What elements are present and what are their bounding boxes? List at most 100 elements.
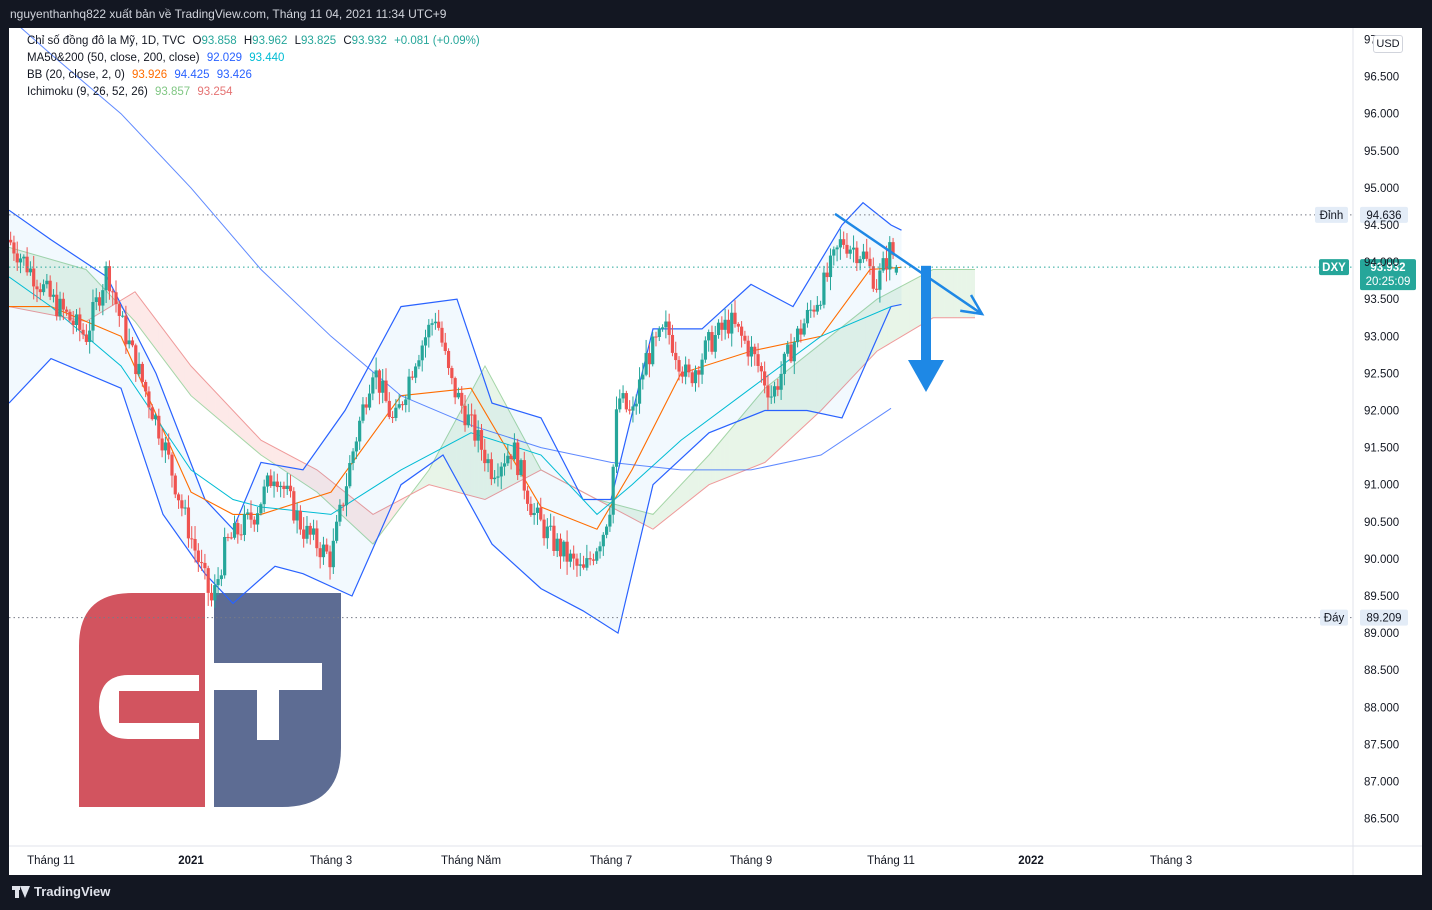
candle-body xyxy=(772,386,777,397)
candle-body xyxy=(693,370,698,384)
candle-body xyxy=(763,371,767,386)
legend-ma[interactable]: MA50&200 (50, close, 200, close) 92.029 … xyxy=(27,52,288,64)
candle-body xyxy=(680,371,684,377)
y-tick-label: 89.000 xyxy=(1364,628,1399,640)
candle-body xyxy=(562,541,566,557)
candle-body xyxy=(614,409,619,467)
candle-body xyxy=(674,352,678,361)
candle-body xyxy=(802,323,806,335)
bb-value-3: 93.426 xyxy=(216,69,252,81)
candle-body xyxy=(190,538,194,540)
candle-body xyxy=(71,320,75,326)
candle-body xyxy=(298,510,302,530)
candle-body xyxy=(502,463,507,467)
candle-body xyxy=(535,507,540,513)
candle-body xyxy=(374,370,378,378)
candle-body xyxy=(226,536,230,538)
candle-body xyxy=(367,393,372,408)
y-tick-label: 96.500 xyxy=(1364,72,1399,84)
candle-body xyxy=(348,463,352,487)
candle-body xyxy=(460,392,464,406)
countdown: 20:25:09 xyxy=(1366,276,1411,288)
candle-body xyxy=(321,544,326,558)
y-tick-label: 88.000 xyxy=(1364,702,1399,714)
chart-svg[interactable]: Đỉnh 94.636Đáy 89.209DXY 93.93220:25:09 86.… xyxy=(9,28,1422,875)
candle-body xyxy=(48,280,52,297)
candle-body xyxy=(759,365,763,372)
ma-value-1: 92.029 xyxy=(206,52,242,64)
candle-body xyxy=(249,512,253,520)
candle-body xyxy=(789,344,793,362)
candle-body xyxy=(163,442,167,451)
cloud-segment xyxy=(711,446,716,484)
candle-body xyxy=(153,415,158,420)
top-bar: nguyenthanhq822 xuất bản về TradingView.… xyxy=(0,0,1432,28)
candle-body xyxy=(45,280,49,285)
ma-label: MA50&200 (50, close, 200, close) xyxy=(27,52,200,64)
candle-body xyxy=(417,360,421,367)
candle-body xyxy=(74,314,79,326)
candle-body xyxy=(68,311,72,321)
candle-body xyxy=(51,294,56,297)
candle-body xyxy=(601,534,605,547)
candle-body xyxy=(114,292,118,305)
candle-body xyxy=(282,485,286,489)
candle-body xyxy=(311,528,316,535)
bb-value-1: 93.926 xyxy=(132,69,168,81)
candle-body xyxy=(591,559,596,561)
candle-body xyxy=(684,364,688,377)
candle-body xyxy=(700,359,704,375)
candle-body xyxy=(157,415,161,439)
ichimoku-value-2: 93.254 xyxy=(197,86,233,98)
cloud-segment xyxy=(715,441,721,482)
candle-body xyxy=(641,374,645,380)
candle-body xyxy=(246,512,250,514)
x-tick-label: Tháng 7 xyxy=(590,855,632,867)
tradingview-logo[interactable]: TradingView xyxy=(12,884,110,899)
candle-body xyxy=(81,329,85,335)
candle-body xyxy=(795,328,800,343)
currency-button[interactable]: USD xyxy=(1373,35,1403,53)
candle-body xyxy=(196,550,200,563)
candle-body xyxy=(130,340,135,346)
bb-label: BB (20, close, 2, 0) xyxy=(27,69,125,81)
candle-body xyxy=(749,346,754,357)
candle-body xyxy=(255,513,260,525)
candle-body xyxy=(387,400,391,417)
candle-body xyxy=(848,249,852,254)
x-tick-label: Tháng Năm xyxy=(441,855,501,867)
candle-body xyxy=(144,381,148,392)
candle-body xyxy=(176,494,181,501)
legend-symbol-name: Chỉ số đồng đô la Mỹ, 1D, TVC xyxy=(27,35,186,47)
chart-frame[interactable]: Đỉnh 94.636 Đáy 89.209 DXY 93.932 20:25:09 86.… xyxy=(9,28,1422,875)
candle-body xyxy=(792,342,796,362)
candle-body xyxy=(858,259,862,264)
candle-body xyxy=(707,332,711,341)
legend-symbol[interactable]: Chỉ số đồng đô la Mỹ, 1D, TVC O93.858 H9… xyxy=(27,35,484,47)
ct-logo-t-stem xyxy=(257,663,279,740)
candle-body xyxy=(776,386,780,390)
cloud-segment xyxy=(426,467,431,487)
candle-body xyxy=(18,258,23,263)
candle-body xyxy=(667,321,671,335)
candle-body xyxy=(433,321,437,324)
candle-body xyxy=(262,486,266,505)
low-value: 93.825 xyxy=(300,35,337,47)
candle-body xyxy=(331,540,335,568)
candle-body xyxy=(552,525,556,551)
cloud-segment xyxy=(720,436,725,481)
candle-body xyxy=(545,526,549,539)
ct-watermark-logo xyxy=(79,593,341,807)
candle-body xyxy=(437,321,441,328)
candle-body xyxy=(351,451,355,464)
candle-body xyxy=(65,309,69,312)
legend-bb[interactable]: BB (20, close, 2, 0) 93.926 94.425 93.42… xyxy=(27,69,256,81)
candle-body xyxy=(414,366,418,378)
candle-body xyxy=(318,548,322,558)
candle-body xyxy=(61,298,65,310)
legend-ichimoku[interactable]: Ichimoku (9, 26, 52, 26) 93.857 93.254 xyxy=(27,86,237,98)
candle-body xyxy=(361,404,365,421)
y-tick-label: 86.500 xyxy=(1364,814,1399,826)
candle-body xyxy=(193,539,197,551)
candle-body xyxy=(239,534,243,536)
